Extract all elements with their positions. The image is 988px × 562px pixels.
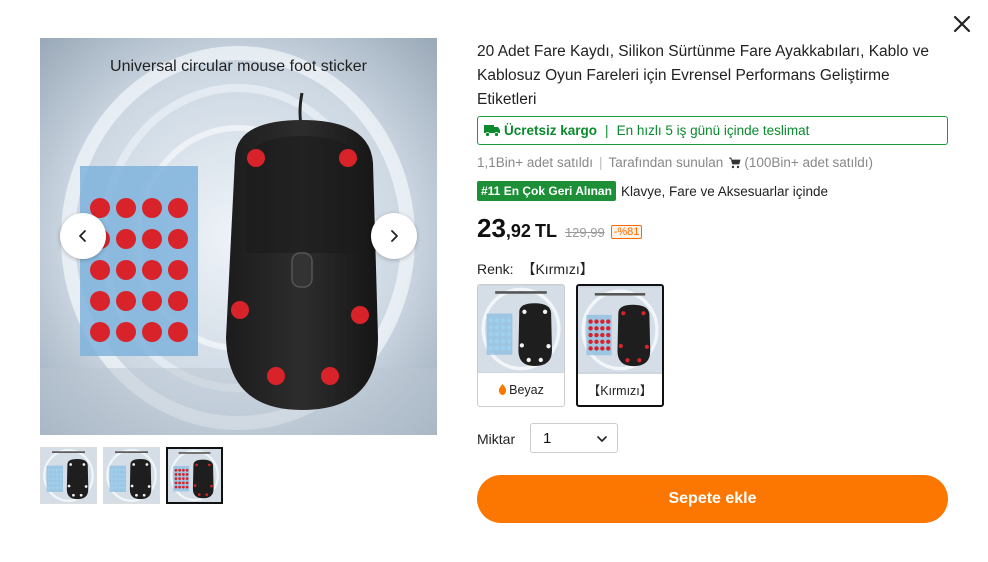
rank-category: Klavye, Fare ve Aksesuarlar içinde bbox=[620, 183, 829, 199]
free-shipping-label: Ücretsiz kargo bbox=[504, 123, 598, 138]
old-price: 129,99 bbox=[564, 225, 605, 240]
image-caption: Universal circular mouse foot sticker bbox=[110, 58, 367, 75]
product-title: 20 Adet Fare Kaydı, Silikon Sürtünme Far… bbox=[477, 43, 930, 108]
sales-info: 1,1Bin+ adet satıldı | Tarafından sunula… bbox=[477, 155, 873, 170]
rank-badge[interactable]: #11 En Çok Geri Alınan bbox=[477, 181, 616, 201]
sticker-dot bbox=[90, 322, 110, 342]
mouse-foot-sticker bbox=[351, 306, 369, 324]
rank-info: #11 En Çok Geri Alınan Klavye, Fare ve A… bbox=[477, 181, 828, 201]
color-label: Renk: 【Kırmızı】 bbox=[477, 259, 594, 279]
sticker-dot bbox=[168, 229, 188, 249]
color-label-text: Renk: bbox=[477, 261, 514, 277]
price: 23 ,92 TL 129,99 -%81 bbox=[477, 213, 643, 244]
mouse-foot-sticker bbox=[339, 149, 357, 167]
sticker-dot bbox=[168, 291, 188, 311]
sold-count: 1,1Bin+ adet satıldı bbox=[477, 155, 593, 170]
selected-color: 【Kırmızı】 bbox=[521, 261, 594, 277]
swatch-label: 【Kırmızı】 bbox=[578, 374, 662, 405]
delivery-label: En hızlı 5 iş günü içinde teslimat bbox=[616, 123, 810, 138]
sticker-dot bbox=[168, 260, 188, 280]
main-product-image: Universal circular mouse foot sticker bbox=[40, 38, 437, 435]
flame-icon bbox=[498, 384, 507, 395]
product-thumbnail-graphic bbox=[41, 448, 96, 503]
sticker-dot bbox=[168, 322, 188, 342]
sticker-dot bbox=[142, 260, 162, 280]
mouse-foot-sticker bbox=[247, 149, 265, 167]
previous-image-button[interactable] bbox=[60, 213, 106, 259]
swatch-label-text: 【Kırmızı】 bbox=[587, 384, 653, 398]
sticker-dot bbox=[142, 322, 162, 342]
sticker-dot bbox=[90, 260, 110, 280]
product-thumbnail-graphic bbox=[478, 286, 564, 372]
sticker-dot bbox=[116, 229, 136, 249]
quantity-value: 1 bbox=[543, 429, 552, 447]
chevron-left-icon bbox=[79, 230, 86, 242]
quantity-label: Miktar bbox=[477, 431, 516, 447]
sticker-dot bbox=[116, 198, 136, 218]
sticker-dot bbox=[90, 291, 110, 311]
color-options: Beyaz 【Kırmızı】 bbox=[477, 284, 664, 407]
product-thumbnail-graphic bbox=[168, 449, 221, 502]
swatch-image bbox=[578, 286, 662, 374]
thumbnail-2[interactable] bbox=[103, 447, 160, 504]
color-option-red[interactable]: 【Kırmızı】 bbox=[576, 284, 664, 407]
discount-badge: -%81 bbox=[610, 225, 643, 239]
next-image-button[interactable] bbox=[371, 213, 417, 259]
seller-sold-count: (100Bin+ adet satıldı) bbox=[744, 155, 874, 170]
mouse-foot-sticker bbox=[267, 367, 285, 385]
sticker-dot bbox=[168, 198, 188, 218]
mouse-foot-sticker bbox=[231, 301, 249, 319]
swatch-image bbox=[478, 285, 564, 373]
thumbnail-1[interactable] bbox=[40, 447, 97, 504]
sticker-dot bbox=[116, 322, 136, 342]
price-decimal: ,92 bbox=[505, 221, 531, 241]
close-icon[interactable] bbox=[951, 13, 973, 35]
store-cart-icon bbox=[729, 157, 741, 168]
quantity-select[interactable]: 1 bbox=[530, 423, 618, 453]
swatch-label: Beyaz bbox=[478, 373, 564, 406]
price-currency: TL bbox=[534, 221, 557, 241]
chevron-down-icon bbox=[597, 436, 607, 442]
product-thumbnail-graphic bbox=[578, 288, 662, 372]
color-option-white[interactable]: Beyaz bbox=[477, 284, 565, 407]
sticker-dot bbox=[142, 198, 162, 218]
shipping-info: Ücretsiz kargo | En hızlı 5 iş günü için… bbox=[477, 116, 948, 145]
sticker-dot bbox=[142, 229, 162, 249]
product-thumbnail-graphic bbox=[104, 448, 159, 503]
sticker-dot bbox=[116, 260, 136, 280]
swatch-label-text: Beyaz bbox=[509, 382, 544, 397]
chevron-right-icon bbox=[391, 230, 398, 242]
thumbnail-strip bbox=[40, 447, 223, 504]
separator: | bbox=[598, 155, 603, 170]
thumbnail-3[interactable] bbox=[166, 447, 223, 504]
sticker-dot bbox=[142, 291, 162, 311]
add-to-cart-button[interactable]: Sepete ekle bbox=[477, 475, 948, 523]
separator: | bbox=[605, 123, 609, 138]
sticker-dot bbox=[116, 291, 136, 311]
mouse-foot-sticker bbox=[321, 367, 339, 385]
seller-prefix: Tarafından sunulan bbox=[608, 155, 724, 170]
price-integer: 23 bbox=[477, 213, 506, 243]
truck-icon bbox=[484, 125, 500, 137]
product-quick-view-modal: Universal circular mouse foot sticker 20… bbox=[0, 0, 988, 562]
